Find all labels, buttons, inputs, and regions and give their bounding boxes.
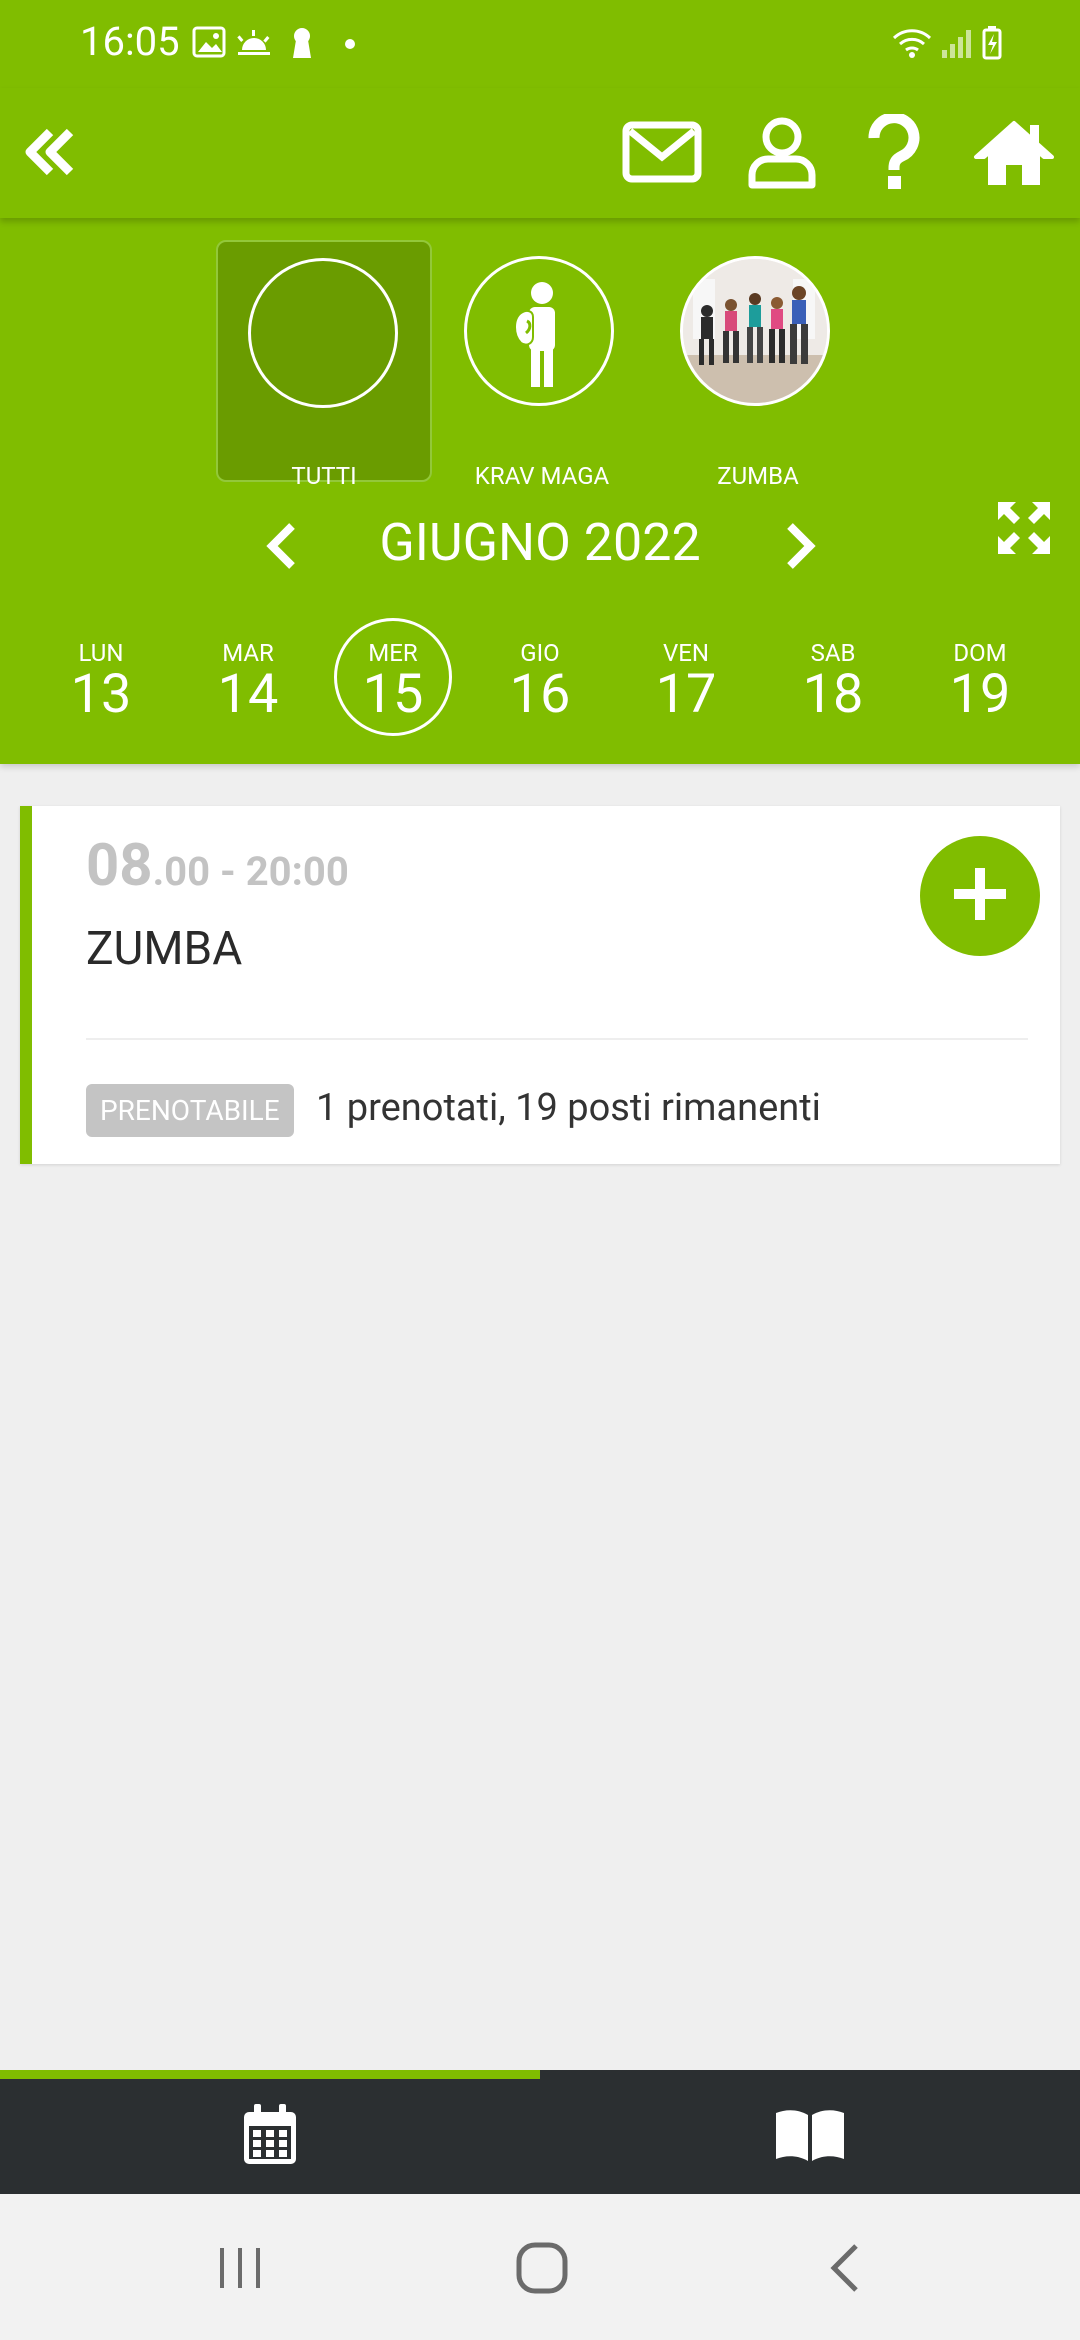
event-title: ZUMBA (86, 922, 243, 976)
user-icon (746, 115, 818, 193)
month-label: GIUGNO 2022 (379, 512, 701, 573)
system-back-button[interactable] (806, 2234, 886, 2306)
home-system-button[interactable] (502, 2234, 582, 2306)
category-label: TUTTI (291, 462, 357, 490)
messages-button[interactable] (614, 106, 710, 202)
day-mar[interactable]: MAR 14 (189, 618, 307, 736)
event-time: 08.00 - 20:00 (86, 832, 349, 900)
chevron-right-icon (768, 523, 828, 580)
recent-apps-button[interactable] (200, 2234, 280, 2306)
double-chevron-left-icon (16, 120, 80, 188)
profile-button[interactable] (734, 106, 830, 202)
active-tab-indicator (0, 2070, 540, 2079)
top-app-bar (0, 88, 1080, 218)
tab-calendar[interactable] (0, 2079, 540, 2194)
home-button[interactable] (966, 106, 1062, 202)
day-number: 13 (70, 663, 132, 726)
day-lun[interactable]: LUN 13 (42, 618, 160, 736)
home-icon (972, 117, 1056, 191)
status-time: 16:05 (80, 18, 180, 65)
day-number: 18 (802, 663, 864, 726)
day-number: 19 (949, 663, 1011, 726)
category-label: ZUMBA (717, 462, 799, 490)
image-notification-icon (192, 26, 226, 58)
envelope-icon (622, 119, 702, 189)
expand-arrows-icon (996, 502, 1052, 560)
recent-apps-icon (216, 2244, 264, 2296)
krav-maga-icon (464, 256, 614, 406)
back-button[interactable] (0, 106, 96, 202)
keyhole-notification-icon (293, 28, 311, 58)
sunrise-notification-icon (237, 30, 270, 55)
notification-icons (192, 24, 362, 68)
bottom-navigation (0, 2070, 1080, 2194)
category-all-circle (248, 258, 398, 408)
day-mer-selected[interactable]: MER 15 (334, 618, 452, 736)
event-start-hour: 08 (86, 832, 153, 900)
status-badge: PRENOTABILE (86, 1084, 294, 1137)
day-ven[interactable]: VEN 17 (627, 618, 745, 736)
calendar-icon (242, 2103, 298, 2170)
event-card[interactable]: 08.00 - 20:00 ZUMBA PRENOTABILE 1 prenot… (20, 806, 1060, 1164)
category-label: KRAV MAGA (474, 462, 610, 490)
open-book-icon (774, 2107, 846, 2167)
battery-icon (982, 26, 1002, 60)
chevron-left-icon (822, 2242, 870, 2298)
plus-icon (950, 864, 1010, 928)
question-mark-icon (864, 112, 924, 194)
signal-icon (942, 30, 971, 58)
zumba-photo (680, 256, 830, 406)
help-button[interactable] (846, 106, 942, 202)
category-all[interactable]: TUTTI (216, 240, 432, 490)
event-time-rest: .00 - 20:00 (152, 848, 349, 895)
day-sab[interactable]: SAB 18 (774, 618, 892, 736)
system-navigation-bar (0, 2194, 1080, 2340)
day-number: 16 (509, 663, 571, 726)
wifi-icon (892, 29, 932, 52)
next-month-button[interactable] (768, 516, 828, 576)
status-bar: 16:05 (0, 0, 1080, 88)
tab-book[interactable] (540, 2079, 1080, 2194)
day-gio[interactable]: GIO 16 (481, 618, 599, 736)
dot-notification-icon (345, 39, 355, 49)
expand-button[interactable] (996, 500, 1052, 556)
category-zumba[interactable]: ZUMBA (650, 240, 866, 490)
day-number: 15 (362, 663, 424, 726)
day-number: 17 (655, 663, 717, 726)
add-booking-button[interactable] (920, 836, 1040, 956)
day-number: 14 (217, 663, 279, 726)
category-krav-maga[interactable]: KRAV MAGA (434, 240, 650, 490)
filter-panel: TUTTI KRAV MAGA ZUMBA GIUGNO 2022 LUN 13… (0, 218, 1080, 764)
card-divider (86, 1038, 1028, 1040)
day-dom[interactable]: DOM 19 (921, 618, 1039, 736)
system-status-icons (890, 24, 1010, 68)
home-circle-icon (515, 2241, 569, 2299)
availability-text: 1 prenotati, 19 posti rimanenti (316, 1086, 821, 1130)
